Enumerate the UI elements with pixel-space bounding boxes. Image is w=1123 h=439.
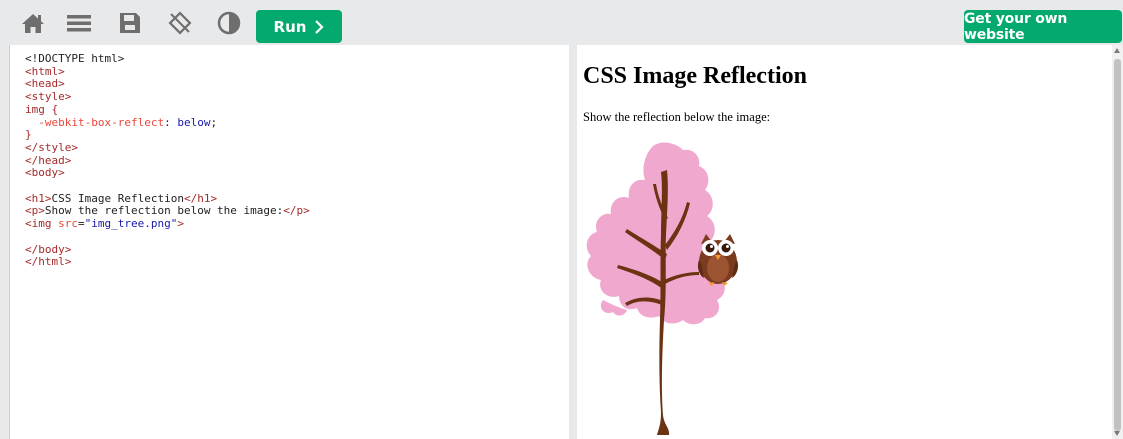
code-img-src: "img_tree.png" bbox=[84, 217, 178, 231]
code-tag-head-close: </head> bbox=[25, 153, 72, 167]
run-button[interactable]: Run bbox=[256, 10, 342, 43]
result-pane: CSS Image Reflection Show the reflection… bbox=[577, 45, 1123, 439]
scroll-thumb[interactable] bbox=[1114, 59, 1121, 431]
tree-image bbox=[586, 142, 739, 435]
code-tag-style-open: <style> bbox=[25, 90, 72, 104]
contrast-icon[interactable] bbox=[216, 10, 242, 36]
run-button-label: Run bbox=[273, 17, 307, 36]
pane-divider[interactable] bbox=[569, 45, 577, 439]
home-icon[interactable] bbox=[20, 10, 46, 36]
get-own-website-button[interactable]: Get your own website bbox=[964, 10, 1122, 43]
scroll-up-arrow-icon[interactable] bbox=[1114, 48, 1120, 53]
code-editor[interactable]: <!DOCTYPE html> <html> <head> <style> im… bbox=[9, 45, 569, 439]
code-selector: img { bbox=[25, 102, 59, 116]
result-scrollbar[interactable] bbox=[1112, 45, 1123, 439]
chevron-right-icon bbox=[315, 19, 325, 34]
code-tag-html-close: </html> bbox=[25, 255, 72, 269]
menu-icon[interactable] bbox=[66, 10, 92, 36]
code-content: <!DOCTYPE html> <html> <head> <style> im… bbox=[25, 52, 310, 269]
code-property: -webkit-box-reflect bbox=[38, 115, 165, 129]
code-property-value: below bbox=[177, 115, 211, 129]
code-tag-body-open: <body> bbox=[25, 166, 65, 180]
code-p-text: Show the reflection below the image: bbox=[44, 204, 284, 218]
code-doctype: <!DOCTYPE html> bbox=[25, 52, 125, 65]
code-tag-head-open: <head> bbox=[25, 77, 65, 91]
toolbar: Run Get your own website bbox=[0, 0, 1123, 45]
save-icon[interactable] bbox=[117, 10, 143, 36]
code-tag-html-open: <html> bbox=[25, 64, 65, 78]
tryit-editor: Run Get your own website <!DOCTYPE html>… bbox=[0, 0, 1123, 439]
scroll-down-arrow-icon[interactable] bbox=[1114, 431, 1120, 436]
code-h1-text: CSS Image Reflection bbox=[51, 191, 184, 205]
code-brace-close: } bbox=[25, 128, 32, 142]
code-tag-body-close: </body> bbox=[25, 242, 72, 256]
code-tag-style-close: </style> bbox=[25, 140, 78, 154]
result-title: CSS Image Reflection bbox=[583, 63, 807, 89]
result-text: Show the reflection below the image: bbox=[583, 110, 771, 124]
rotate-icon[interactable] bbox=[167, 10, 193, 36]
